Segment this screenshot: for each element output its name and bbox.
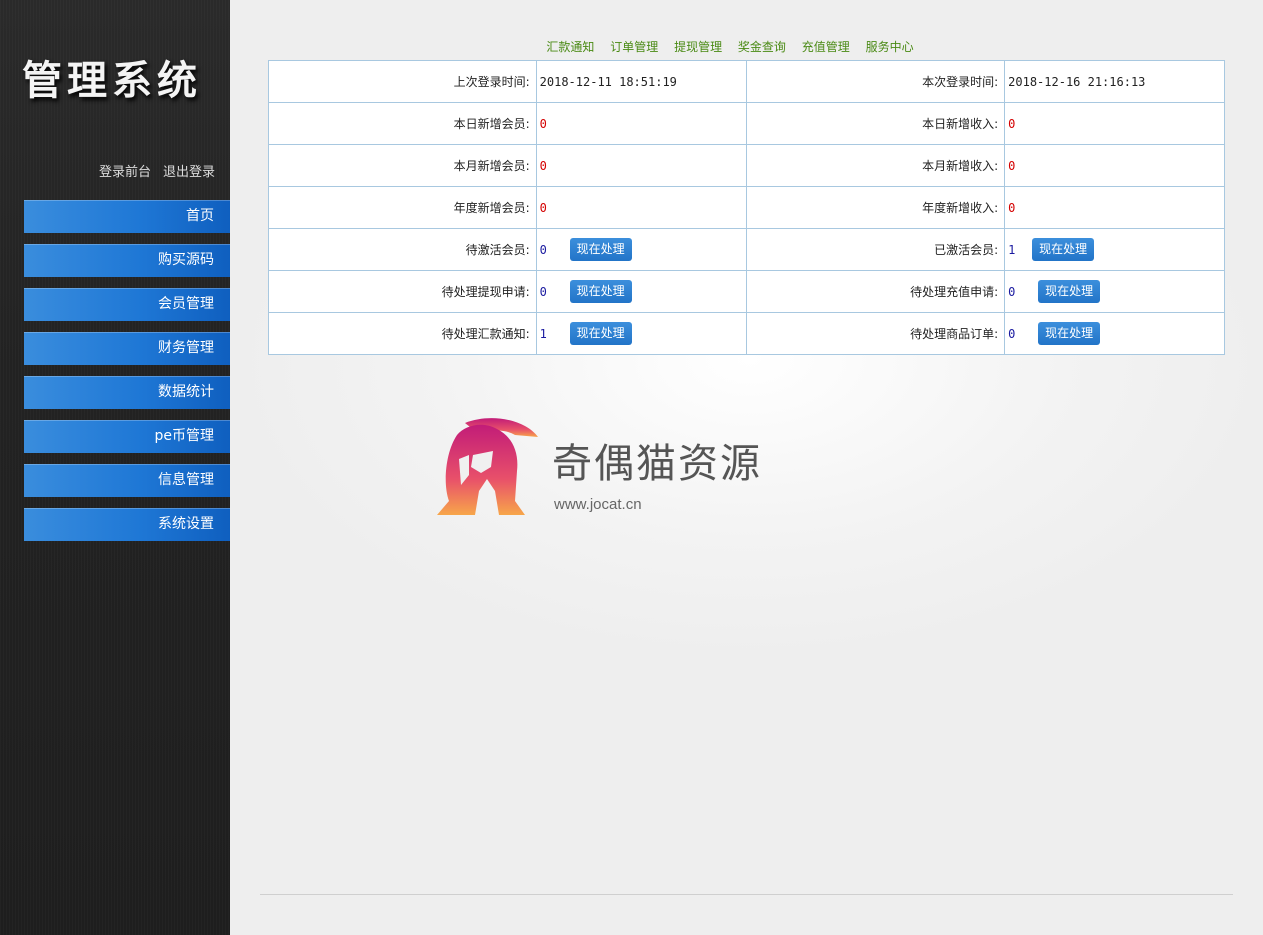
today-income-value: 0 bbox=[1004, 102, 1225, 145]
watermark-text: 奇偶猫资源 bbox=[552, 441, 762, 487]
month-members-label: 本月新增会员: bbox=[268, 144, 537, 187]
pending-orders-value: 0 bbox=[1008, 326, 1016, 341]
year-members-label: 年度新增会员: bbox=[268, 186, 537, 229]
pending-activate-label: 待激活会员: bbox=[268, 228, 537, 271]
table-row: 待激活会员: 0 现在处理 已激活会员: 1 现在处理 bbox=[268, 228, 1225, 271]
sidebar-item-buy-source[interactable]: 购买源码 bbox=[24, 244, 230, 277]
pending-withdraw-value: 0 bbox=[539, 284, 547, 299]
menu-recharge[interactable]: 充值管理 bbox=[802, 40, 850, 54]
dashboard-table: 上次登录时间: 2018-12-11 18:51:19 本次登录时间: 2018… bbox=[268, 60, 1225, 355]
top-links: 登录前台 退出登录 bbox=[87, 161, 215, 180]
today-members-value: 0 bbox=[535, 102, 748, 145]
menu-orders[interactable]: 订单管理 bbox=[610, 40, 658, 54]
pending-recharge-label: 待处理充值申请: bbox=[746, 270, 1006, 313]
table-row: 上次登录时间: 2018-12-11 18:51:19 本次登录时间: 2018… bbox=[268, 60, 1225, 103]
sidebar-item-statistics[interactable]: 数据统计 bbox=[24, 376, 230, 409]
pending-orders-cell: 0 现在处理 bbox=[1004, 312, 1225, 355]
activated-cell: 1 现在处理 bbox=[1004, 228, 1225, 271]
pending-orders-label: 待处理商品订单: bbox=[746, 312, 1006, 355]
main-content: 汇款通知 订单管理 提现管理 奖金查询 充值管理 服务中心 上次登录时间: 20… bbox=[230, 0, 1263, 935]
menu-remittance[interactable]: 汇款通知 bbox=[546, 40, 594, 54]
pending-activate-cell: 0 现在处理 bbox=[535, 228, 748, 271]
last-login-label: 上次登录时间: bbox=[268, 60, 537, 103]
sidebar-nav: 首页 购买源码 会员管理 财务管理 数据统计 pe币管理 信息管理 系统设置 bbox=[24, 200, 230, 552]
table-row: 本日新增会员: 0 本日新增收入: 0 bbox=[268, 102, 1225, 145]
month-members-value: 0 bbox=[535, 144, 748, 187]
year-income-value: 0 bbox=[1004, 186, 1225, 229]
today-members-label: 本日新增会员: bbox=[268, 102, 537, 145]
activated-label: 已激活会员: bbox=[746, 228, 1006, 271]
process-orders-button[interactable]: 现在处理 bbox=[1038, 322, 1101, 345]
footer-divider bbox=[260, 894, 1233, 895]
process-withdraw-button[interactable]: 现在处理 bbox=[569, 280, 632, 303]
sidebar: 管理系统 登录前台 退出登录 首页 购买源码 会员管理 财务管理 数据统计 pe币… bbox=[0, 0, 230, 935]
sidebar-item-info[interactable]: 信息管理 bbox=[24, 464, 230, 497]
menu-bonus[interactable]: 奖金查询 bbox=[738, 40, 786, 54]
goto-frontend-link[interactable]: 登录前台 bbox=[99, 165, 151, 180]
spartan-helmet-icon bbox=[437, 418, 538, 515]
process-recharge-button[interactable]: 现在处理 bbox=[1038, 280, 1101, 303]
app-title: 管理系统 bbox=[22, 58, 202, 104]
pending-remit-label: 待处理汇款通知: bbox=[268, 312, 537, 355]
watermark-url: www.jocat.cn bbox=[554, 496, 642, 513]
top-menu: 汇款通知 订单管理 提现管理 奖金查询 充值管理 服务中心 bbox=[230, 38, 1230, 55]
menu-service-center[interactable]: 服务中心 bbox=[866, 40, 914, 54]
sidebar-item-members[interactable]: 会员管理 bbox=[24, 288, 230, 321]
sidebar-item-home[interactable]: 首页 bbox=[24, 200, 230, 233]
table-row: 待处理汇款通知: 1 现在处理 待处理商品订单: 0 现在处理 bbox=[268, 312, 1225, 355]
watermark: 奇偶猫资源 www.jocat.cn bbox=[435, 415, 835, 525]
this-login-label: 本次登录时间: bbox=[746, 60, 1006, 103]
process-remit-button[interactable]: 现在处理 bbox=[569, 322, 632, 345]
this-login-value: 2018-12-16 21:16:13 bbox=[1004, 60, 1225, 103]
pending-remit-cell: 1 现在处理 bbox=[535, 312, 748, 355]
pending-recharge-value: 0 bbox=[1008, 284, 1016, 299]
process-activated-button[interactable]: 现在处理 bbox=[1032, 238, 1095, 261]
menu-withdraw[interactable]: 提现管理 bbox=[674, 40, 722, 54]
activated-value: 1 bbox=[1008, 242, 1016, 257]
pending-recharge-cell: 0 现在处理 bbox=[1004, 270, 1225, 313]
sidebar-item-finance[interactable]: 财务管理 bbox=[24, 332, 230, 365]
pending-activate-value: 0 bbox=[539, 242, 547, 257]
table-row: 年度新增会员: 0 年度新增收入: 0 bbox=[268, 186, 1225, 229]
table-row: 待处理提现申请: 0 现在处理 待处理充值申请: 0 现在处理 bbox=[268, 270, 1225, 313]
pending-withdraw-label: 待处理提现申请: bbox=[268, 270, 537, 313]
month-income-value: 0 bbox=[1004, 144, 1225, 187]
today-income-label: 本日新增收入: bbox=[746, 102, 1006, 145]
pending-remit-value: 1 bbox=[539, 326, 547, 341]
process-pending-activate-button[interactable]: 现在处理 bbox=[569, 238, 632, 261]
month-income-label: 本月新增收入: bbox=[746, 144, 1006, 187]
year-income-label: 年度新增收入: bbox=[746, 186, 1006, 229]
last-login-value: 2018-12-11 18:51:19 bbox=[535, 60, 748, 103]
sidebar-item-pe-coin[interactable]: pe币管理 bbox=[24, 420, 230, 453]
table-row: 本月新增会员: 0 本月新增收入: 0 bbox=[268, 144, 1225, 187]
sidebar-item-settings[interactable]: 系统设置 bbox=[24, 508, 230, 541]
pending-withdraw-cell: 0 现在处理 bbox=[535, 270, 748, 313]
year-members-value: 0 bbox=[535, 186, 748, 229]
logout-link[interactable]: 退出登录 bbox=[163, 165, 215, 180]
